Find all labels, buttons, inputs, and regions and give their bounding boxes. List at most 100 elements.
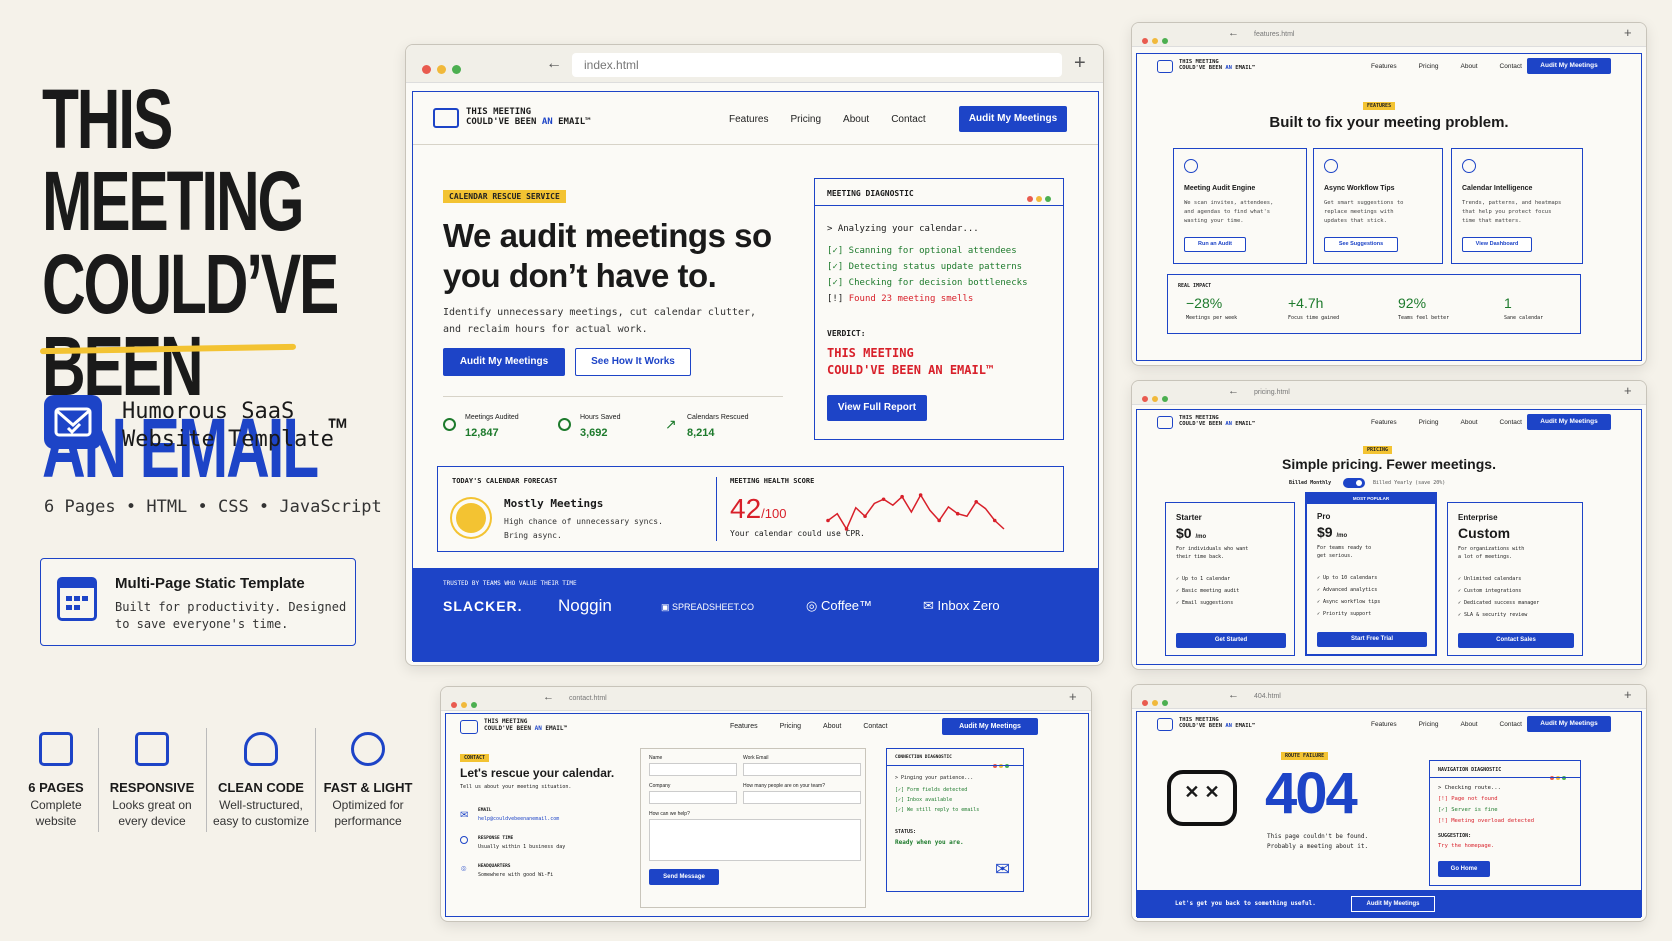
info-label: RESPONSE TIME [478,836,514,841]
message-textarea[interactable] [649,819,861,861]
back-arrow-icon[interactable]: ← [546,55,562,73]
stat-value: 12,847 [465,427,499,439]
logo-icon [460,720,478,734]
contact-sales-button[interactable]: Contact Sales [1458,633,1574,648]
feature-card: Async Workflow Tips Get smart suggestion… [1313,148,1443,264]
nav-audit-button[interactable]: Audit My Meetings [1527,716,1611,732]
forecast-title: TODAY'S CALENDAR FORECAST [452,477,558,485]
nav-features[interactable]: Features [1371,721,1397,728]
divider [98,728,99,832]
window-controls[interactable] [451,695,483,713]
nav-pricing[interactable]: Pricing [1419,419,1439,426]
email-input[interactable] [743,763,861,776]
window-controls[interactable] [1142,31,1174,49]
send-message-button[interactable]: Send Message [649,869,719,885]
footer-text: Let's get you back to something useful. [1175,900,1316,907]
browser-bar: ← features.html + [1132,23,1646,47]
spark-point [863,514,867,519]
broken-face-icon: ✕ ✕ [1167,770,1237,826]
stats-divider [443,396,783,397]
nav-audit-button[interactable]: Audit My Meetings [959,106,1067,132]
nav-pricing[interactable]: Pricing [790,114,821,125]
impact-label: Meetings per week [1186,315,1238,321]
divider [206,728,207,832]
nav-about[interactable]: About [1461,419,1478,426]
window-controls[interactable] [422,61,467,79]
nav-contact[interactable]: Contact [1500,63,1522,70]
dashboard-button[interactable]: View Dashboard [1462,237,1532,252]
billing-monthly[interactable]: Billed Monthly [1289,480,1331,486]
back-arrow-icon[interactable]: ← [1228,689,1239,701]
url-bar[interactable]: 404.html [1242,689,1612,705]
footer-audit-button[interactable]: Audit My Meetings [1351,896,1435,912]
contact-window: ← contact.html + THIS MEETING COULD'VE BE… [440,686,1092,922]
run-audit-button[interactable]: Run an Audit [1184,237,1246,252]
plan-card-starter: Starter $0 /mo For individuals who want t… [1165,502,1295,656]
nav-contact[interactable]: Contact [1500,721,1522,728]
url-bar[interactable]: contact.html [557,691,1037,707]
full-report-button[interactable]: View Full Report [827,395,927,421]
nav-features[interactable]: Features [729,114,768,125]
get-started-button[interactable]: Get Started [1176,633,1286,648]
window-controls[interactable] [1142,389,1174,407]
new-tab-icon[interactable]: + [1624,25,1632,40]
gear-icon [1462,159,1476,173]
email-link[interactable]: help@couldvebeenanemail.com [478,816,559,822]
pricing-window: ← pricing.html + THIS MEETING COULD'VE BE… [1131,380,1647,670]
nav-pricing[interactable]: Pricing [780,723,801,730]
logo-text[interactable]: THIS MEETING COULD'VE BEEN AN EMAIL™ [1179,415,1255,427]
contact-subtitle: Tell us about your meeting situation. [460,784,572,790]
nav-about[interactable]: About [1461,721,1478,728]
url-bar[interactable]: index.html [572,53,1062,77]
logo-text[interactable]: THIS MEETING COULD'VE BEEN AN EMAIL™ [466,107,591,128]
suggestion-label: SUGGESTION: [1438,833,1472,839]
logo-text[interactable]: THIS MEETING COULD'VE BEEN AN EMAIL™ [1179,717,1255,729]
audit-button[interactable]: Audit My Meetings [443,348,565,376]
logo-text[interactable]: THIS MEETING COULD'VE BEEN AN EMAIL™ [1179,59,1255,71]
back-arrow-icon[interactable]: ← [543,691,554,703]
nav-pricing[interactable]: Pricing [1419,721,1439,728]
clock-icon [460,836,468,844]
back-arrow-icon[interactable]: ← [1228,27,1239,39]
window-controls[interactable] [1142,693,1174,711]
main-headline: We audit meetings so you don’t have to. [443,217,772,294]
back-arrow-icon[interactable]: ← [1228,385,1239,397]
new-tab-icon[interactable]: + [1624,687,1632,702]
suggestions-button[interactable]: See Suggestions [1324,237,1398,252]
health-sparkline [826,493,1005,531]
sun-icon [456,503,486,533]
nav-features[interactable]: Features [730,723,758,730]
free-trial-button[interactable]: Start Free Trial [1317,632,1427,647]
new-tab-icon[interactable]: + [1074,52,1086,75]
new-tab-icon[interactable]: + [1624,383,1632,398]
feature-pages: 6 PAGES Complete website [4,732,108,829]
nav-about[interactable]: About [823,723,841,730]
name-label: Name [649,755,663,761]
company-input[interactable] [649,791,737,804]
nav-audit-button[interactable]: Audit My Meetings [1527,58,1611,74]
nav-pricing[interactable]: Pricing [1419,63,1439,70]
nav-contact[interactable]: Contact [891,114,925,125]
header-divider [413,144,1098,145]
error-page: THIS MEETING COULD'VE BEEN AN EMAIL™ Feat… [1136,711,1642,918]
new-tab-icon[interactable]: + [1069,689,1077,704]
nav-audit-button[interactable]: Audit My Meetings [942,718,1038,735]
team-size-input[interactable] [743,791,861,804]
name-input[interactable] [649,763,737,776]
billing-yearly[interactable]: Billed Yearly (save 20%) [1373,480,1445,486]
nav-features[interactable]: Features [1371,419,1397,426]
nav-about[interactable]: About [843,114,869,125]
url-bar[interactable]: pricing.html [1242,385,1612,401]
nav-contact[interactable]: Contact [863,723,887,730]
go-home-button[interactable]: Go Home [1438,861,1490,877]
logo-text[interactable]: THIS MEETING COULD'VE BEEN AN EMAIL™ [484,718,567,732]
nav-contact[interactable]: Contact [1500,419,1522,426]
nav-audit-button[interactable]: Audit My Meetings [1527,414,1611,430]
nav-features[interactable]: Features [1371,63,1397,70]
brand-spreadsheet: ▣ SPREADSHEET.CO [661,602,755,612]
url-bar[interactable]: features.html [1242,27,1612,43]
error-window: ← 404.html + THIS MEETING COULD'VE BEEN A… [1131,684,1647,922]
nav-about[interactable]: About [1461,63,1478,70]
how-it-works-button[interactable]: See How It Works [575,348,691,376]
billing-toggle[interactable] [1343,478,1365,488]
